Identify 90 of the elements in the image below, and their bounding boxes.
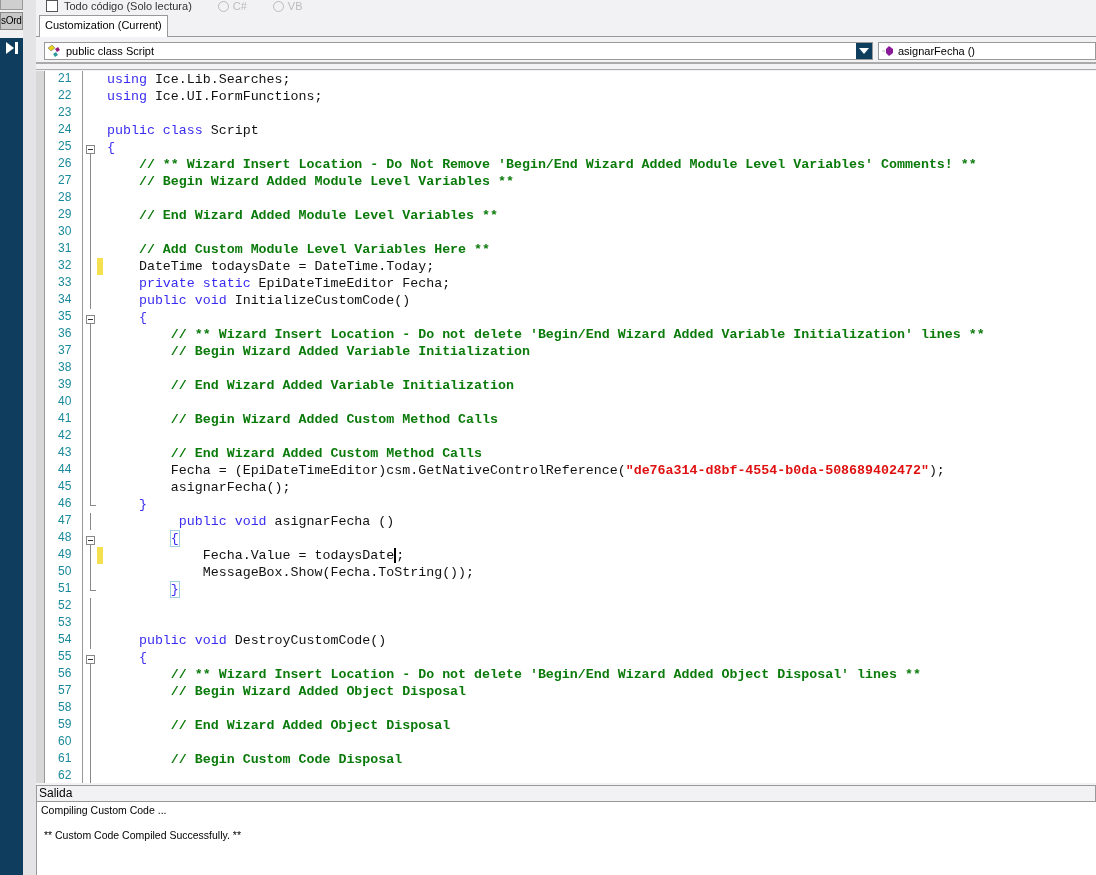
- line-number: 32: [44, 258, 83, 275]
- collapse-icon[interactable]: [86, 145, 95, 154]
- skip-next-icon[interactable]: [3, 41, 20, 55]
- line-number: 48: [44, 530, 83, 547]
- line-number: 24: [44, 122, 83, 139]
- code-line: Fecha.Value = todaysDate;: [201, 548, 405, 563]
- line-number: 59: [44, 717, 83, 734]
- line-number: 30: [44, 224, 83, 241]
- line-number: 57: [44, 683, 83, 700]
- code-line: using Ice.Lib.Searches;: [106, 72, 291, 87]
- collapse-icon[interactable]: [86, 536, 95, 545]
- code-line: public class Script: [106, 123, 259, 138]
- code-line: public void DestroyCustomCode(): [137, 633, 387, 648]
- code-line: // End Wizard Added Module Level Variables **: [137, 208, 498, 223]
- line-number: 40: [44, 394, 83, 411]
- line-number: 34: [44, 292, 83, 309]
- line-number: 28: [44, 190, 83, 207]
- line-number: 37: [44, 343, 83, 360]
- code-line: // End Wizard Added Custom Method Calls: [169, 446, 483, 461]
- code-line: // Begin Wizard Added Custom Method Calls: [169, 412, 498, 427]
- line-number: 56: [44, 666, 83, 683]
- line-number: 61: [44, 751, 83, 768]
- tab[interactable]: Customization (Current): [39, 15, 168, 37]
- code-line: using Ice.UI.FormFunctions;: [106, 89, 323, 104]
- line-number: 54: [44, 632, 83, 649]
- line-number: 42: [44, 428, 83, 445]
- radio-label: VB: [287, 0, 303, 12]
- output-line: Compiling Custom Code ...: [41, 804, 167, 817]
- line-number: 45: [44, 479, 83, 496]
- code-line: MessageBox.Show(Fecha.ToString());: [201, 565, 475, 580]
- collapse-icon[interactable]: [86, 655, 95, 664]
- code-line: // ** Wizard Insert Location - Do Not Remove 'Begin/End Wizard Added Module Level Variables' Comments! **: [137, 157, 977, 172]
- class-icon: [47, 44, 63, 58]
- line-number: 39: [44, 377, 83, 394]
- record-button[interactable]: sOrd: [0, 12, 23, 30]
- code-line: {: [106, 140, 115, 155]
- line-number: 26: [44, 156, 83, 173]
- line-number: 51: [44, 581, 83, 598]
- line-number: 23: [44, 105, 83, 122]
- dropdown-arrow-icon[interactable]: [859, 48, 869, 54]
- line-number: 60: [44, 734, 83, 751]
- code-line: private static EpiDateTimeEditor Fecha;: [137, 276, 451, 291]
- output-line: ** Custom Code Compiled Successfully. **: [42, 829, 241, 842]
- output-title: Salida: [36, 785, 1096, 802]
- line-number: 25: [44, 139, 83, 156]
- code-line: // Begin Custom Code Disposal: [169, 752, 403, 767]
- line-number: 33: [44, 275, 83, 292]
- line-number: 22: [44, 88, 83, 105]
- checkbox-label: Todo código (Solo lectura): [64, 0, 192, 12]
- line-number: 41: [44, 411, 83, 428]
- line-number: 29: [44, 207, 83, 224]
- line-number: 50: [44, 564, 83, 581]
- line-number: 21: [44, 71, 83, 88]
- class-dropdown[interactable]: public class Script: [44, 42, 873, 60]
- line-number: 53: [44, 615, 83, 632]
- code-line: {: [137, 310, 147, 325]
- line-number: 49: [44, 547, 83, 564]
- code-line: // End Wizard Added Variable Initialization: [169, 378, 514, 393]
- line-number: 31: [44, 241, 83, 258]
- line-number: 46: [44, 496, 83, 513]
- line-number: 52: [44, 598, 83, 615]
- code-line: Fecha = (EpiDateTimeEditor)csm.GetNativeControlReference("de76a314-d8bf-4554-b0da-508689402472");: [169, 463, 945, 478]
- code-line: DateTime todaysDate = DateTime.Today;: [137, 259, 435, 274]
- code-line: public void InitializeCustomCode(): [137, 293, 411, 308]
- method-icon: [881, 45, 895, 57]
- line-number: 27: [44, 173, 83, 190]
- code-line: // ** Wizard Insert Location - Do not delete 'Begin/End Wizard Added Variable Initialization' lines **: [169, 327, 985, 342]
- code-line: // ** Wizard Insert Location - Do not delete 'Begin/End Wizard Added Object Disposal' lines **: [169, 667, 921, 682]
- code-line: {: [169, 531, 179, 546]
- code-line: // Add Custom Module Level Variables Here **: [137, 242, 490, 257]
- line-number: 38: [44, 360, 83, 377]
- code-line: }: [169, 582, 179, 597]
- code-line: asignarFecha();: [169, 480, 291, 495]
- line-number: 55: [44, 649, 83, 666]
- line-number: 47: [44, 513, 83, 530]
- code-line: }: [137, 497, 147, 512]
- code-line: // Begin Wizard Added Variable Initialization: [169, 344, 530, 359]
- code-line: public void asignarFecha (): [177, 514, 395, 529]
- code-line: {: [137, 650, 147, 665]
- checkbox[interactable]: [46, 0, 58, 12]
- code-line: // Begin Wizard Added Module Level Variables **: [137, 174, 514, 189]
- line-number: 43: [44, 445, 83, 462]
- line-number: 58: [44, 700, 83, 717]
- collapse-icon[interactable]: [86, 315, 95, 324]
- code-line: // End Wizard Added Object Disposal: [169, 718, 451, 733]
- code-line: // Begin Wizard Added Object Disposal: [169, 684, 467, 699]
- line-number: 35: [44, 309, 83, 326]
- line-number: 36: [44, 326, 83, 343]
- line-number: 44: [44, 462, 83, 479]
- member-dropdown[interactable]: asignarFecha (): [878, 42, 1096, 60]
